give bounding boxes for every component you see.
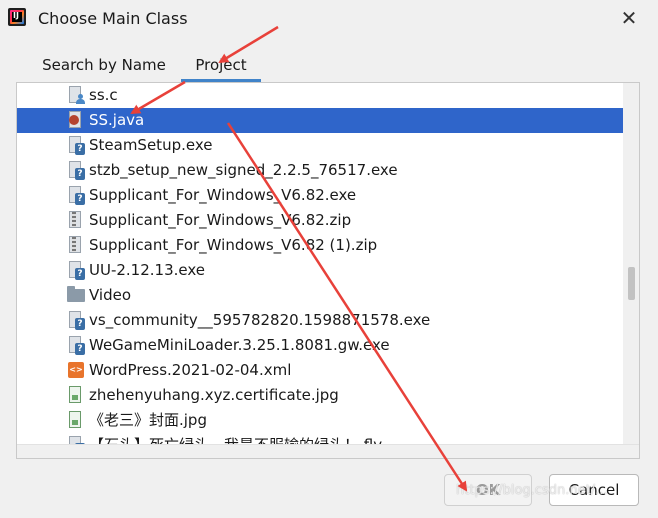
list-item[interactable]: Supplicant_For_Windows_V6.82.zip xyxy=(17,208,623,233)
zip-file-icon xyxy=(67,211,85,230)
list-item[interactable]: Video xyxy=(17,283,623,308)
list-item[interactable]: zhehenyuhang.xyz.certificate.jpg xyxy=(17,383,623,408)
unknown-file-icon: ? xyxy=(67,261,85,280)
list-item-label: Video xyxy=(89,286,132,304)
tab-search-by-name[interactable]: Search by Name xyxy=(36,54,172,82)
scrollbar-thumb[interactable] xyxy=(628,267,635,300)
list-item-label: Supplicant_For_Windows_V6.82.zip xyxy=(89,211,352,229)
list-item[interactable]: ? UU-2.12.13.exe xyxy=(17,258,623,283)
unknown-file-icon: ? xyxy=(67,311,85,330)
list-item-label: 《老三》封面.jpg xyxy=(89,411,207,429)
zip-file-icon xyxy=(67,236,85,255)
list-item[interactable]: ? WeGameMiniLoader.3.25.1.8081.gw.exe xyxy=(17,333,623,358)
list-item-label: WordPress.2021-02-04.xml xyxy=(89,361,292,379)
list-item-label: WeGameMiniLoader.3.25.1.8081.gw.exe xyxy=(89,336,390,354)
java-file-icon xyxy=(67,111,85,130)
list-item-label: UU-2.12.13.exe xyxy=(89,261,206,279)
title-bar: IJ Choose Main Class ✕ xyxy=(0,0,658,38)
list-item[interactable]: <> WordPress.2021-02-04.xml xyxy=(17,358,623,383)
file-list[interactable]: ss.c SS.java? SteamSetup.exe? stzb_setup_ne… xyxy=(16,82,640,459)
image-file-icon xyxy=(67,386,85,405)
list-item-label: stzb_setup_new_signed_2.2.5_76517.exe xyxy=(89,161,398,179)
list-item-label: SteamSetup.exe xyxy=(89,136,213,154)
horizontal-scrollbar[interactable] xyxy=(17,444,639,458)
list-item[interactable]: ? vs_community__595782820.1598871578.exe xyxy=(17,308,623,333)
xml-file-icon: <> xyxy=(67,361,85,380)
list-item-label: ss.c xyxy=(89,86,118,104)
unknown-file-icon: ? xyxy=(67,186,85,205)
close-icon[interactable]: ✕ xyxy=(614,4,644,32)
c-source-file-icon xyxy=(67,86,85,105)
list-item-label: SS.java xyxy=(89,111,145,129)
list-item[interactable]: ? Supplicant_For_Windows_V6.82.exe xyxy=(17,183,623,208)
folder-icon xyxy=(67,286,85,305)
list-item[interactable]: ? stzb_setup_new_signed_2.2.5_76517.exe xyxy=(17,158,623,183)
image-file-icon xyxy=(67,411,85,430)
list-item[interactable]: ? SteamSetup.exe xyxy=(17,133,623,158)
list-item-label: vs_community__595782820.1598871578.exe xyxy=(89,311,431,329)
list-item[interactable]: 《老三》封面.jpg xyxy=(17,408,623,433)
list-item[interactable]: Supplicant_For_Windows_V6.82 (1).zip xyxy=(17,233,623,258)
list-item-label: Supplicant_For_Windows_V6.82.exe xyxy=(89,186,357,204)
list-item[interactable]: SS.java xyxy=(17,108,623,133)
intellij-app-icon: IJ xyxy=(8,8,26,26)
tab-project[interactable]: Project xyxy=(181,54,261,82)
vertical-scrollbar[interactable] xyxy=(623,83,639,444)
unknown-file-icon: ? xyxy=(67,336,85,355)
list-item-label: Supplicant_For_Windows_V6.82 (1).zip xyxy=(89,236,378,254)
list-item-label: zhehenyuhang.xyz.certificate.jpg xyxy=(89,386,339,404)
unknown-file-icon: ? xyxy=(67,161,85,180)
unknown-file-icon: ? xyxy=(67,136,85,155)
watermark: https://blog.csdn.net/... xyxy=(456,483,608,498)
window-title: Choose Main Class xyxy=(38,9,188,28)
list-item[interactable]: ss.c xyxy=(17,83,623,108)
